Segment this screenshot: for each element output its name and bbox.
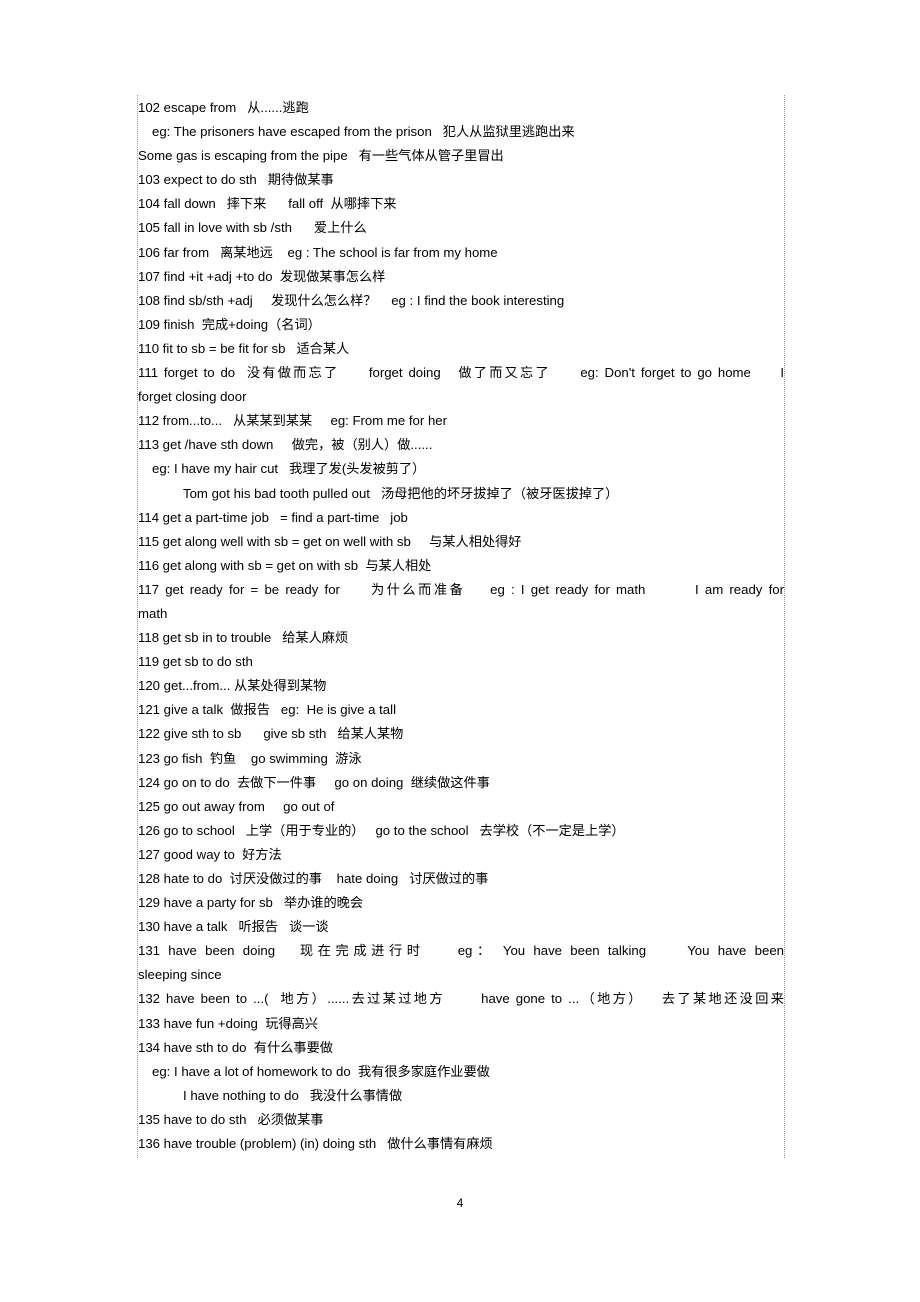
- document-line: 128 hate to do 讨厌没做过的事 hate doing 讨厌做过的事: [138, 871, 489, 886]
- document-line: 108 find sb/sth +adj 发现什么怎么样？ eg : I fin…: [138, 292, 565, 308]
- document-line: 133 have fun +doing 玩得高兴: [138, 1015, 318, 1031]
- document-line: Tom got his bad tooth pulled out 汤母把他的坏牙…: [183, 485, 619, 501]
- document-line: 104 fall down 摔下来 fall off 从哪摔下来: [138, 196, 397, 212]
- document-page: 102 escape from 从......逃跑 eg: The prisone…: [0, 0, 920, 1302]
- document-line: forget closing door: [138, 389, 247, 405]
- document-line: eg: I have a lot of homework to do 我有很多家…: [152, 1063, 490, 1079]
- document-line: 136 have trouble (problem) (in) doing st…: [138, 1136, 493, 1152]
- document-line: 111 forget to do 没有做而忘了 forget doing 做了而…: [138, 365, 784, 381]
- document-text-column: 102 escape from 从......逃跑 eg: The prisone…: [138, 96, 784, 1156]
- document-line: 122 give sth to sb give sb sth 给某人某物: [138, 726, 404, 742]
- document-line: 114 get a part-time job = find a part-ti…: [138, 509, 408, 525]
- document-line: math: [138, 605, 168, 621]
- document-line: Some gas is escaping from the pipe 有一些气体…: [138, 148, 504, 164]
- document-line: 105 fall in love with sb /sth 爱上什么: [138, 220, 367, 236]
- document-line: 109 finish 完成+doing（名词）: [138, 316, 321, 332]
- document-line: 134 have sth to do 有什么事要做: [138, 1039, 333, 1055]
- page-footer: 4: [0, 1196, 920, 1210]
- document-line: 110 fit to sb = be fit for sb 适合某人: [138, 340, 350, 356]
- document-line: sleeping since: [138, 967, 222, 983]
- document-line: 127 good way to 好方法: [138, 846, 282, 862]
- document-line: 102 escape from 从......逃跑: [138, 100, 309, 115]
- document-line: 119 get sb to do sth: [138, 654, 253, 670]
- document-line: 135 have to do sth 必须做某事: [138, 1111, 324, 1127]
- document-line: 132 have been to ...( 地方）......去过某过地方 ha…: [138, 991, 784, 1007]
- document-line: 121 give a talk 做报告 eg: He is give a tal…: [138, 702, 397, 718]
- text-frame-right-rule: [784, 95, 785, 1158]
- document-line: 126 go to school 上学（用于专业的） go to the sch…: [138, 822, 625, 838]
- document-line: 124 go on to do 去做下一件事 go on doing 继续做这件…: [138, 774, 490, 790]
- document-line: 103 expect to do sth 期待做某事: [138, 172, 334, 188]
- document-line: 120 get...from... 从某处得到某物: [138, 678, 327, 694]
- document-line: 117 get ready for = be ready for 为什么而准备 …: [138, 581, 784, 597]
- document-line: 131 have been doing 现在完成进行时 eg： You have…: [138, 943, 784, 959]
- document-line: 118 get sb in to trouble 给某人麻烦: [138, 630, 349, 646]
- document-line: 125 go out away from go out of: [138, 798, 335, 814]
- document-line: 107 find +it +adj +to do 发现做某事怎么样: [138, 268, 386, 284]
- document-line: 112 from...to... 从某某到某某 eg: From me for …: [138, 413, 448, 429]
- document-line: 115 get along well with sb = get on well…: [138, 533, 522, 549]
- document-line: 123 go fish 钓鱼 go swimming 游泳: [138, 750, 362, 766]
- document-line: 129 have a party for sb 举办谁的晚会: [138, 895, 364, 911]
- document-line: eg: I have my hair cut 我理了发(头发被剪了）: [152, 461, 426, 477]
- page-number: 4: [456, 1196, 464, 1210]
- document-line: 106 far from 离某地远 eg : The school is far…: [138, 244, 498, 260]
- document-line: 116 get along with sb = get on with sb 与…: [138, 557, 432, 573]
- document-line: I have nothing to do 我没什么事情做: [183, 1087, 403, 1103]
- document-line: 113 get /have sth down 做完，被（别人）做......: [138, 437, 433, 453]
- document-line: 130 have a talk 听报告 谈一谈: [138, 919, 329, 935]
- document-line: eg: The prisoners have escaped from the …: [152, 124, 575, 140]
